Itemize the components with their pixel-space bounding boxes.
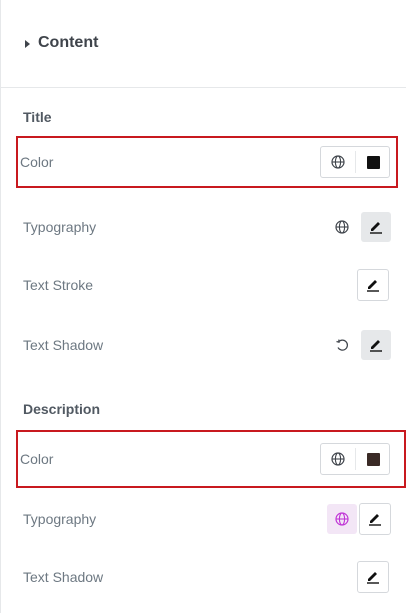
description-color-picker-button[interactable] [358, 444, 388, 474]
title-text-stroke-label: Text Stroke [23, 277, 94, 293]
globe-icon [335, 512, 349, 526]
caret-right-icon [25, 40, 30, 48]
description-color-global-button[interactable] [323, 444, 353, 474]
description-typography-global-button[interactable] [327, 504, 357, 534]
title-section-heading: Title [23, 109, 52, 125]
pencil-icon [368, 512, 382, 526]
title-typography-row[interactable]: Typography [21, 206, 395, 248]
description-text-shadow-row[interactable]: Text Shadow [21, 556, 395, 598]
pencil-icon [369, 338, 383, 352]
pencil-icon [366, 570, 380, 584]
title-typography-global-button[interactable] [327, 212, 357, 242]
title-text-stroke-row[interactable]: Text Stroke [21, 264, 395, 306]
divider [355, 151, 356, 173]
description-typography-label: Typography [23, 511, 97, 527]
pencil-icon [369, 220, 383, 234]
globe-icon [335, 220, 349, 234]
description-typography-edit-button[interactable] [359, 503, 391, 535]
description-text-shadow-label: Text Shadow [23, 569, 104, 585]
description-section-heading: Description [23, 401, 101, 417]
title-typography-edit-button[interactable] [361, 212, 391, 242]
reset-icon [335, 338, 349, 352]
content-section-title: Content [38, 34, 99, 51]
title-text-shadow-edit-button[interactable] [361, 330, 391, 360]
title-text-shadow-row[interactable]: Text Shadow [21, 324, 395, 366]
description-color-row[interactable]: Color [16, 430, 406, 488]
pencil-icon [366, 278, 380, 292]
description-typography-row[interactable]: Typography [21, 498, 395, 540]
title-text-shadow-label: Text Shadow [23, 337, 104, 353]
title-text-shadow-reset-button[interactable] [327, 330, 357, 360]
description-color-control [320, 443, 390, 475]
title-typography-label: Typography [23, 219, 97, 235]
title-color-global-button[interactable] [323, 147, 353, 177]
color-swatch [366, 155, 380, 169]
color-swatch [366, 452, 380, 466]
title-text-stroke-edit-button[interactable] [357, 269, 389, 301]
style-panel: Content Title Color Typography Text Stro… [0, 0, 406, 613]
title-color-control [320, 146, 390, 178]
description-text-shadow-edit-button[interactable] [357, 561, 389, 593]
globe-icon [331, 155, 345, 169]
globe-icon [331, 452, 345, 466]
title-color-label: Color [20, 154, 54, 170]
divider [355, 448, 356, 470]
title-color-picker-button[interactable] [358, 147, 388, 177]
content-section-header[interactable]: Content [1, 0, 406, 88]
description-color-label: Color [20, 451, 54, 467]
title-color-row[interactable]: Color [16, 136, 398, 188]
